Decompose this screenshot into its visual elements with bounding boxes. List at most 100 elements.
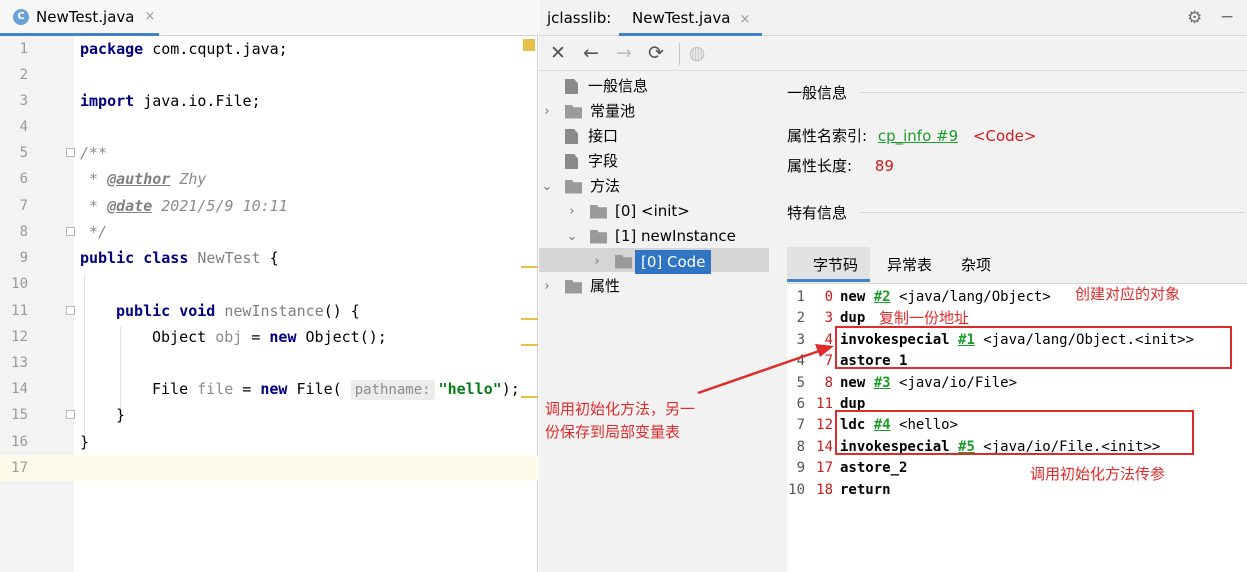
bytecode-offset: 18 — [816, 481, 833, 498]
line-number: 10 — [11, 276, 28, 292]
tab-misc[interactable]: 杂项 — [961, 254, 991, 275]
cp-info-link[interactable]: cp_info #9 — [878, 127, 958, 145]
code-line-9[interactable]: public class NewTest { — [80, 245, 279, 271]
length-value: 89 — [874, 157, 894, 175]
editor-tab-bar: C NewTest.java × — [0, 0, 538, 36]
code-text: ); — [501, 380, 520, 398]
tab-jclasslib-newtest[interactable]: NewTest.java × — [619, 0, 762, 36]
minimize-icon[interactable]: − — [1220, 7, 1234, 27]
javadoc-tag: @date — [107, 197, 153, 215]
forward-icon[interactable]: → — [613, 42, 635, 64]
code-line-11[interactable]: public void newInstance() { — [116, 298, 360, 324]
tree-item-fields[interactable]: 字段 — [539, 149, 618, 174]
bytecode-line-number: 10 — [788, 481, 805, 498]
code-line-7[interactable]: * @date 2021/5/9 10:11 — [80, 193, 288, 219]
parameter-hint: pathname: — [350, 380, 435, 400]
line-number: 2 — [19, 67, 28, 83]
class-structure-tree: 一般信息 › 常量池 接口 字段 ⌄ 方法 › [0] <init> ⌄ [1] new… — [539, 71, 769, 572]
chevron-right-icon[interactable]: › — [539, 99, 555, 124]
tree-item-method-init[interactable]: › [0] <init> — [564, 199, 690, 224]
bytecode-offset: 7 — [824, 353, 833, 370]
chevron-down-icon[interactable]: ⌄ — [539, 174, 555, 199]
gear-icon[interactable]: ⚙ — [1187, 8, 1202, 28]
fold-marker-icon[interactable] — [66, 148, 75, 157]
close-icon[interactable]: × — [144, 9, 155, 24]
tree-label: 字段 — [588, 152, 619, 170]
constant-pool-ref-link[interactable]: #2 — [874, 289, 891, 305]
code-line-15[interactable]: } — [116, 402, 125, 428]
fold-marker-icon[interactable] — [66, 306, 75, 315]
jclasslib-tab-bar: jclasslib: NewTest.java × ⚙ − — [539, 0, 1247, 36]
code-text: () { — [323, 302, 360, 320]
chevron-down-icon[interactable]: ⌄ — [564, 224, 580, 249]
bytecode-argument: <java/lang/Object> — [890, 289, 1051, 305]
bytecode-opcode: new — [840, 289, 866, 305]
close-icon[interactable]: ✕ — [547, 42, 569, 64]
code-line-6[interactable]: * @author Zhy — [80, 166, 206, 192]
name-index-row: 属性名索引: cp_info #9 <Code> — [787, 125, 1036, 146]
file-icon — [565, 154, 578, 169]
line-number: 1 — [19, 41, 28, 57]
code-line-12[interactable]: Object obj = new Object(); — [152, 324, 387, 350]
tree-item-attributes[interactable]: › 属性 — [539, 274, 620, 299]
tree-item-interfaces[interactable]: 接口 — [539, 124, 618, 149]
code-line-5[interactable]: /** — [80, 140, 107, 166]
close-icon[interactable]: × — [739, 12, 750, 27]
chevron-right-icon[interactable]: › — [589, 249, 605, 274]
line-number: 5 — [19, 145, 28, 161]
tree-item-constant-pool[interactable]: › 常量池 — [539, 99, 635, 124]
bytecode-offset: 12 — [816, 417, 833, 434]
tab-exception-table[interactable]: 异常表 — [887, 254, 932, 275]
scrollbar-marker — [521, 266, 538, 268]
warning-indicator-icon[interactable] — [523, 39, 535, 51]
annotation-duplicate-address: 复制一份地址 — [879, 309, 970, 327]
folder-icon — [590, 229, 607, 244]
highlight-box-init-store — [835, 326, 1232, 369]
code-text: { — [260, 249, 279, 267]
method-name: newInstance — [215, 302, 324, 320]
chevron-right-icon[interactable]: › — [539, 274, 555, 299]
tree-label-selected: [0] Code — [635, 249, 712, 274]
browser-icon[interactable]: ◍ — [686, 42, 708, 64]
scrollbar-marker — [521, 344, 538, 346]
code-line-1[interactable]: package com.cqupt.java; — [80, 36, 288, 62]
tree-item-code[interactable]: › [0] Code — [589, 249, 712, 274]
bytecode-line[interactable]: 5 8 new #3 <java/io/File> — [787, 373, 1017, 394]
bytecode-line[interactable]: 10 18 return — [787, 480, 890, 501]
constant-pool-ref-link[interactable]: #3 — [874, 375, 891, 391]
file-icon — [565, 129, 578, 144]
section-title-general: 一般信息 — [787, 84, 848, 102]
folder-icon — [590, 204, 607, 219]
code-line-8[interactable]: */ — [80, 219, 107, 245]
bytecode-offset: 0 — [824, 289, 833, 305]
code-text: Object(); — [296, 328, 387, 346]
code-text: = — [233, 380, 261, 398]
length-row: 属性长度: 89 — [787, 155, 894, 176]
class-name: NewTest — [188, 249, 261, 267]
tab-label: NewTest.java — [632, 9, 731, 27]
back-icon[interactable]: ← — [580, 42, 602, 64]
fold-marker-icon[interactable] — [66, 227, 75, 236]
chevron-right-icon[interactable]: › — [564, 199, 580, 224]
tree-item-general[interactable]: 一般信息 — [539, 74, 648, 99]
folder-icon — [565, 104, 582, 119]
code-line-16[interactable]: } — [80, 429, 89, 455]
bytecode-line[interactable]: 1 0 new #2 <java/lang/Object> — [787, 287, 1051, 308]
bytecode-line[interactable]: 9 17 astore_2 — [787, 458, 908, 479]
javadoc-tag: @author — [107, 170, 171, 188]
annotation-init-store-line1: 调用初始化方法，另一 — [545, 400, 696, 418]
bytecode-offset: 14 — [816, 438, 833, 455]
annotation-init-store-line2: 份保存到局部变量表 — [545, 423, 681, 441]
tab-newtest-java[interactable]: C NewTest.java × — [0, 0, 159, 36]
section-divider — [859, 212, 1244, 213]
code-line-3[interactable]: import java.io.File; — [80, 88, 261, 114]
code-text: java.io.File; — [134, 92, 261, 110]
keyword: public void — [116, 302, 216, 320]
tree-item-method-newinstance[interactable]: ⌄ [1] newInstance — [564, 224, 736, 249]
refresh-icon[interactable]: ⟳ — [645, 42, 667, 64]
tab-bytecode[interactable]: 字节码 — [813, 254, 858, 275]
fold-marker-icon[interactable] — [66, 410, 75, 419]
tree-item-methods[interactable]: ⌄ 方法 — [539, 174, 620, 199]
code-line-14[interactable]: File file = new File( pathname: "hello"); — [152, 376, 520, 402]
